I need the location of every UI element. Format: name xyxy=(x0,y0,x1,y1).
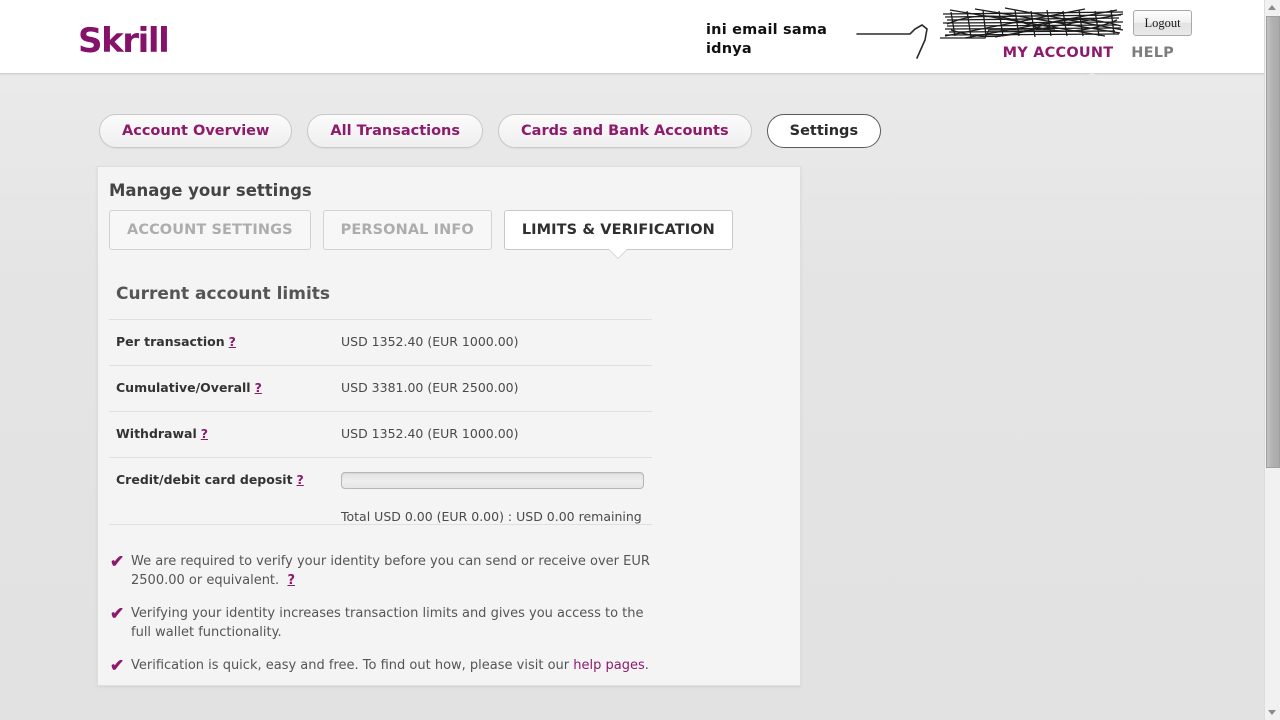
header-nav: MY ACCOUNT HELP xyxy=(1003,45,1174,61)
limit-label-card-deposit: Credit/debit card deposit? xyxy=(109,472,341,488)
card-deposit-progress-bar xyxy=(341,472,644,489)
section-title: Current account limits xyxy=(116,284,331,304)
skrill-logo[interactable]: Skrill xyxy=(78,24,170,58)
handwritten-annotation-text: ini email sama idnya xyxy=(706,22,828,57)
help-marker-icon[interactable]: ? xyxy=(287,573,295,588)
list-item: ✔ Verification is quick, easy and free. … xyxy=(109,656,654,675)
scroll-up-arrow-icon[interactable] xyxy=(1265,0,1280,16)
limit-label-per-transaction: Per transaction? xyxy=(109,334,341,350)
limit-value-per-transaction: USD 1352.40 (EUR 1000.00) xyxy=(341,334,519,349)
vertical-scrollbar[interactable] xyxy=(1264,0,1280,720)
card-deposit-caption: Total USD 0.00 (EUR 0.00) : USD 0.00 rem… xyxy=(341,509,642,524)
note-body: We are required to verify your identity … xyxy=(131,554,650,588)
tab-settings[interactable]: Settings xyxy=(766,114,882,148)
table-row: Cumulative/Overall? USD 3381.00 (EUR 250… xyxy=(109,365,652,411)
logout-button[interactable]: Logout xyxy=(1133,10,1192,36)
account-limits-table: Per transaction? USD 1352.40 (EUR 1000.0… xyxy=(109,319,652,525)
help-pages-link[interactable]: help pages xyxy=(573,658,644,673)
help-marker-icon[interactable]: ? xyxy=(297,472,304,487)
limit-value-cumulative-overall: USD 3381.00 (EUR 2500.00) xyxy=(341,380,519,395)
settings-panel: Manage your settings ACCOUNT SETTINGS PE… xyxy=(97,166,801,686)
subtab-account-settings[interactable]: ACCOUNT SETTINGS xyxy=(109,210,311,250)
subtab-limits-and-verification[interactable]: LIMITS & VERIFICATION xyxy=(503,210,733,250)
table-row: Credit/debit card deposit? Total USD 0.0… xyxy=(109,457,652,525)
tab-account-overview[interactable]: Account Overview xyxy=(99,114,293,148)
tab-all-transactions[interactable]: All Transactions xyxy=(307,114,484,148)
note-tail: . xyxy=(644,658,649,673)
limit-label-text: Per transaction xyxy=(116,334,225,349)
active-nav-caret-icon xyxy=(1084,72,1100,79)
check-icon: ✔ xyxy=(110,604,125,623)
note-body: Verifying your identity increases transa… xyxy=(131,606,644,640)
subtab-personal-info[interactable]: PERSONAL INFO xyxy=(322,210,492,250)
card-deposit-usage: Total USD 0.00 (EUR 0.00) : USD 0.00 rem… xyxy=(341,472,652,524)
limit-label-cumulative-overall: Cumulative/Overall? xyxy=(109,380,341,396)
panel-title: Manage your settings xyxy=(109,181,312,200)
list-item: ✔ We are required to verify your identit… xyxy=(109,552,654,590)
tab-cards-and-bank-accounts[interactable]: Cards and Bank Accounts xyxy=(498,114,752,148)
note-text: Verification is quick, easy and free. To… xyxy=(131,656,654,675)
list-item: ✔ Verifying your identity increases tran… xyxy=(109,604,654,642)
handwritten-annotation-drawing xyxy=(856,7,1124,59)
main-tab-bar: Account Overview All Transactions Cards … xyxy=(99,114,882,148)
site-header: Skrill ini email sama idnya Logout MY AC… xyxy=(0,0,1264,74)
table-row: Withdrawal? USD 1352.40 (EUR 1000.00) xyxy=(109,411,652,457)
help-marker-icon[interactable]: ? xyxy=(229,334,236,349)
limit-label-text: Credit/debit card deposit xyxy=(116,472,293,487)
check-icon: ✔ xyxy=(110,552,125,571)
note-body: Verification is quick, easy and free. To… xyxy=(131,658,574,673)
limit-value-withdrawal: USD 1352.40 (EUR 1000.00) xyxy=(341,426,519,441)
nav-my-account[interactable]: MY ACCOUNT xyxy=(1003,45,1114,61)
check-icon: ✔ xyxy=(110,656,125,675)
verification-notes: ✔ We are required to verify your identit… xyxy=(109,552,654,689)
settings-subtab-bar: ACCOUNT SETTINGS PERSONAL INFO LIMITS & … xyxy=(109,210,733,250)
help-marker-icon[interactable]: ? xyxy=(201,426,208,441)
browser-viewport: Skrill ini email sama idnya Logout MY AC… xyxy=(0,0,1264,720)
table-row: Per transaction? USD 1352.40 (EUR 1000.0… xyxy=(109,319,652,365)
limit-label-text: Withdrawal xyxy=(116,426,197,441)
nav-help[interactable]: HELP xyxy=(1131,45,1174,61)
limit-label-text: Cumulative/Overall xyxy=(116,380,251,395)
help-marker-icon[interactable]: ? xyxy=(255,380,262,395)
scrollbar-thumb[interactable] xyxy=(1266,16,1280,468)
scroll-down-arrow-icon[interactable] xyxy=(1265,704,1280,720)
limit-label-withdrawal: Withdrawal? xyxy=(109,426,341,442)
note-text: Verifying your identity increases transa… xyxy=(131,604,654,642)
note-text: We are required to verify your identity … xyxy=(131,552,654,590)
